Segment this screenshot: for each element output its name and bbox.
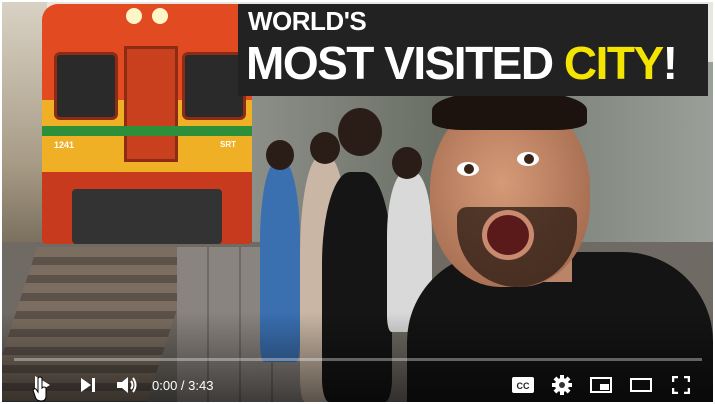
settings-button[interactable] [547,368,577,402]
train-stripe [42,126,252,136]
train-window [182,52,246,120]
person-head [392,147,422,179]
presenter-eye [517,152,539,166]
title-exclamation: ! [662,37,678,89]
thumbnail-title-line2: MOST VISITED CITY! [246,36,678,90]
person-head [338,108,382,156]
market-stalls [2,2,47,272]
captions-button[interactable]: CC [508,368,538,402]
train-door [124,46,178,162]
train-number: 1241 [54,140,75,150]
train-brand: SRT [220,140,236,149]
gear-icon [552,375,572,395]
thumbnail-title-line1: WORLD'S [248,6,367,36]
captions-label: CC [517,381,530,391]
train: 1241 SRT [42,4,252,244]
control-bar: 0:00 / 3:43 CC [2,368,713,402]
miniplayer-icon [590,377,612,393]
mouse-cursor-icon [32,376,47,402]
time-display: 0:00 / 3:43 [152,378,214,393]
video-player[interactable]: 1241 SRT WORLD'S MOST VISITED CITY! 0:00… [2,2,713,402]
train-bogie [72,189,222,244]
volume-button[interactable] [110,368,146,402]
next-icon [81,378,95,392]
train-lamp [126,8,142,24]
next-button[interactable] [72,368,104,402]
progress-bar[interactable] [14,358,702,361]
title-highlight: CITY [563,37,664,89]
person-head [266,140,294,170]
fullscreen-button[interactable] [666,368,696,402]
train-lamp [152,8,168,24]
train-window [54,52,118,120]
volume-icon [117,377,137,393]
theater-mode-button[interactable] [626,368,656,402]
person-head [310,132,340,164]
fullscreen-icon [672,376,690,394]
presenter-mouth [482,210,534,260]
presenter-eye [457,162,479,176]
captions-icon: CC [512,377,534,393]
theater-icon [630,378,652,392]
presenter-hair [432,90,587,130]
miniplayer-button[interactable] [586,368,616,402]
title-text: MOST VISITED [246,37,554,89]
